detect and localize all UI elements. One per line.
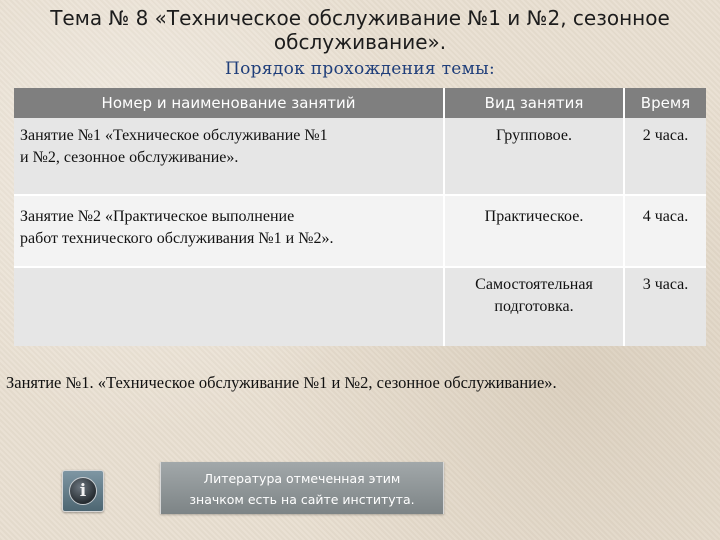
lesson-type-cell: Самостоятельная подготовка. — [444, 267, 625, 346]
slide-title: Тема № 8 «Техническое обслуживание №1 и … — [20, 6, 700, 54]
header-lesson-type: Вид занятия — [444, 88, 625, 118]
slide-title-line2: обслуживание». — [273, 30, 447, 54]
table-header-row: Номер и наименование занятий Вид занятия… — [14, 88, 706, 118]
lesson-time-cell: 3 часа. — [624, 267, 706, 346]
lesson-time-value: 2 часа. — [642, 127, 689, 144]
lesson-type-cell: Практическое. — [444, 195, 625, 268]
lesson-heading: Занятие №1. «Техническое обслуживание №1… — [6, 373, 557, 392]
lesson-name-line: Занятие №1 «Техническое обслуживание №1 — [20, 127, 328, 144]
lesson-type-line: Практическое. — [484, 208, 584, 225]
table-row: Занятие №2 «Практическое выполнение рабо… — [14, 195, 706, 268]
lesson-time-cell: 2 часа. — [624, 118, 706, 196]
literature-note: Литература отмеченная этим значком есть … — [160, 462, 444, 514]
header-lesson-name: Номер и наименование занятий — [14, 88, 445, 118]
table-row: Самостоятельная подготовка. 3 часа. — [14, 267, 706, 346]
literature-note-line: Литература отмеченная этим — [203, 471, 401, 486]
lesson-type-line: подготовка. — [494, 298, 574, 315]
lesson-type-line: Самостоятельная — [475, 276, 593, 293]
slide-subtitle: Порядок прохождения темы: — [224, 59, 496, 79]
lesson-time-value: 3 часа. — [642, 276, 689, 293]
lesson-name-cell — [14, 267, 445, 346]
literature-note-line: значком есть на сайте института. — [189, 492, 415, 507]
lesson-name-line: Занятие №2 «Практическое выполнение — [20, 208, 295, 225]
lesson-name-line: работ технического обслуживания №1 и №2»… — [20, 230, 334, 247]
schedule-table: Номер и наименование занятий Вид занятия… — [14, 88, 706, 346]
table-row: Занятие №1 «Техническое обслуживание №1 … — [14, 118, 706, 196]
lesson-name-line: и №2, сезонное обслуживание». — [20, 149, 239, 166]
lesson-time-cell: 4 часа. — [624, 195, 706, 268]
slide-title-line1: Тема № 8 «Техническое обслуживание №1 и … — [50, 6, 670, 30]
info-button[interactable]: i — [62, 470, 104, 512]
lesson-time-value: 4 часа. — [642, 208, 689, 225]
info-icon: i — [69, 477, 97, 505]
header-lesson-time: Время — [624, 88, 706, 118]
lesson-type-line: Групповое. — [496, 127, 572, 144]
lesson-type-cell: Групповое. — [444, 118, 625, 196]
lesson-name-cell: Занятие №2 «Практическое выполнение рабо… — [14, 195, 445, 268]
lesson-name-cell: Занятие №1 «Техническое обслуживание №1 … — [14, 118, 445, 196]
